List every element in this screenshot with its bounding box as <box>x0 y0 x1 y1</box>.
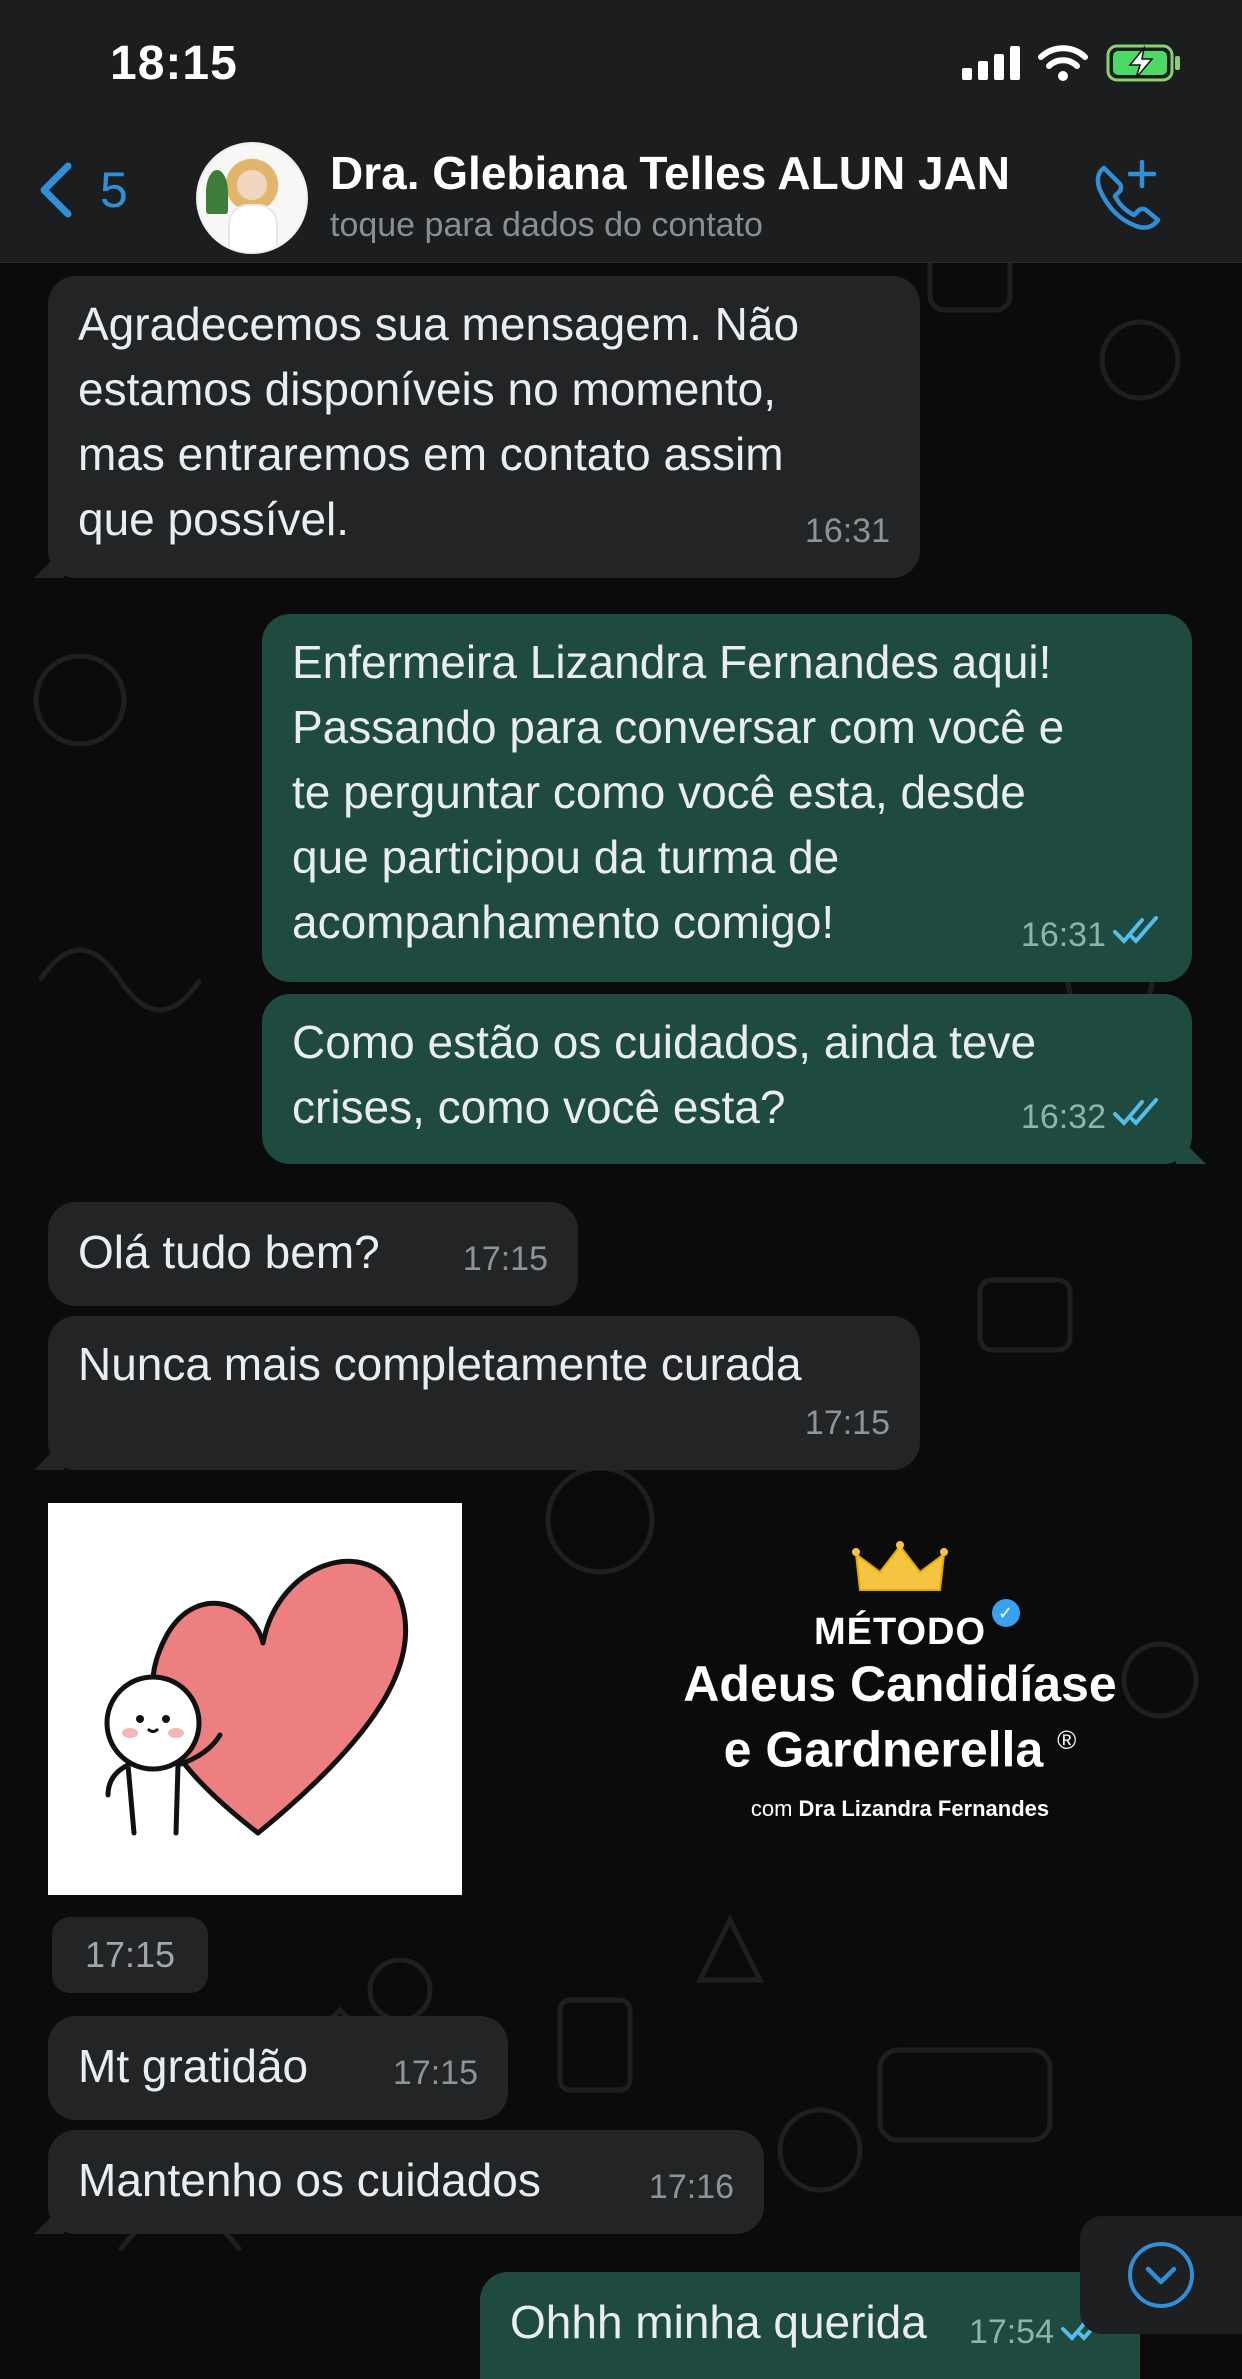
watermark-line3: e Gardnerella ® <box>640 1712 1160 1778</box>
scroll-to-bottom-button[interactable] <box>1080 2216 1242 2334</box>
contact-subtitle[interactable]: toque para dados do contato <box>330 206 763 245</box>
chat-header: 5 Dra. Glebiana Telles ALUN JAN toque pa… <box>0 130 1242 263</box>
heart-sticker[interactable] <box>48 1503 462 1895</box>
verified-badge-icon: ✓ <box>992 1599 1021 1627</box>
message-time: 17:15 <box>462 1240 548 1278</box>
message-text: Nunca mais completamente curada <box>78 1338 802 1390</box>
watermark-line2: Adeus Candidíase <box>683 1656 1117 1712</box>
message-bubble-outgoing[interactable]: Como estão os cuidados, ainda teve crise… <box>262 994 1192 1164</box>
signal-icon <box>962 46 1020 80</box>
message-bubble-incoming[interactable]: Mt gratidão 17:15 <box>48 2016 508 2120</box>
battery-charging-icon <box>1106 44 1180 82</box>
back-button[interactable]: 5 <box>36 160 128 220</box>
message-time: 17:15 <box>804 1404 890 1442</box>
registered-mark: ® <box>1057 1725 1077 1755</box>
sticker-time: 17:15 <box>52 1917 208 1993</box>
watermark-prefix: com <box>750 1795 793 1821</box>
message-time: 16:31 <box>1020 916 1106 954</box>
message-bubble-outgoing[interactable]: Ohhh minha querida 17:54 <box>480 2272 1140 2379</box>
contact-avatar[interactable] <box>196 142 308 254</box>
status-icons <box>962 44 1182 82</box>
message-time: 17:15 <box>392 2054 478 2092</box>
message-bubble-incoming[interactable]: Nunca mais completamente curada 17:15 <box>48 1316 920 1470</box>
unread-count: 5 <box>100 162 128 218</box>
double-check-icon <box>1112 1085 1162 1150</box>
message-bubble-outgoing[interactable]: Enfermeira Lizandra Fernandes aqui! Pass… <box>262 614 1192 982</box>
watermark-line4: com Dra Lizandra Fernandes <box>640 1796 1160 1822</box>
watermark-method-text: MÉTODO <box>813 1611 987 1653</box>
message-bubble-incoming[interactable]: Agradecemos sua mensagem. Não estamos di… <box>48 276 920 578</box>
message-time: 16:32 <box>1020 1098 1106 1136</box>
message-time: 16:31 <box>804 512 890 550</box>
message-time: 17:16 <box>648 2168 734 2206</box>
add-call-icon[interactable] <box>1090 158 1162 230</box>
message-bubble-incoming[interactable]: Mantenho os cuidados 17:16 <box>48 2130 764 2234</box>
contact-name[interactable]: Dra. Glebiana Telles ALUN JAN <box>330 146 1010 200</box>
double-check-icon <box>1112 903 1162 968</box>
message-text: Agradecemos sua mensagem. Não estamos di… <box>78 298 800 545</box>
back-chevron-icon <box>40 162 72 218</box>
message-bubble-incoming[interactable]: Olá tudo bem? 17:15 <box>48 1202 578 1306</box>
watermark-line3-text: e Gardnerella <box>723 1721 1044 1778</box>
crown-icon <box>852 1541 948 1591</box>
chevron-down-icon <box>1128 2242 1194 2308</box>
watermark-name: Dra Lizandra Fernandes <box>798 1795 1050 1821</box>
watermark-line1: MÉTODO ✓ <box>813 1599 1021 1654</box>
brand-watermark: MÉTODO ✓ Adeus Candidíase e Gardnerella … <box>640 1540 1160 1830</box>
message-time: 17:54 <box>968 2313 1054 2351</box>
message-text: Mantenho os cuidados <box>78 2154 541 2206</box>
status-time: 18:15 <box>110 37 238 90</box>
status-bar: 18:15 <box>0 0 1242 130</box>
wifi-icon <box>1038 45 1088 81</box>
